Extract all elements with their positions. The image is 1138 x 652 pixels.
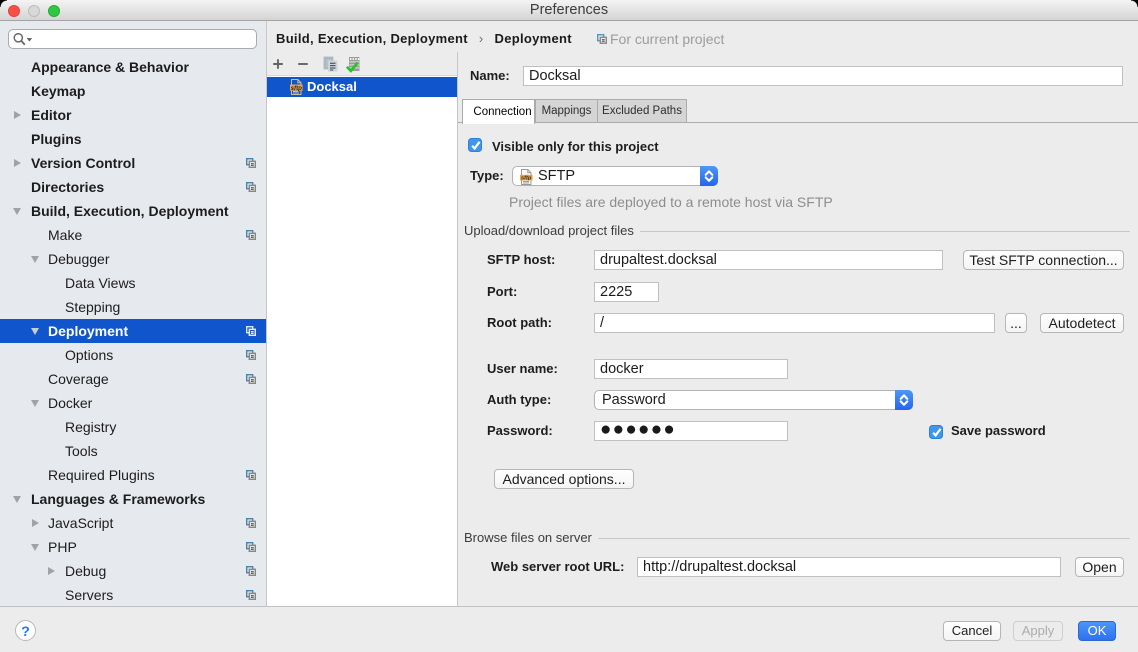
svg-text:sftp: sftp	[291, 85, 303, 92]
svg-text:sftp: sftp	[521, 175, 532, 181]
